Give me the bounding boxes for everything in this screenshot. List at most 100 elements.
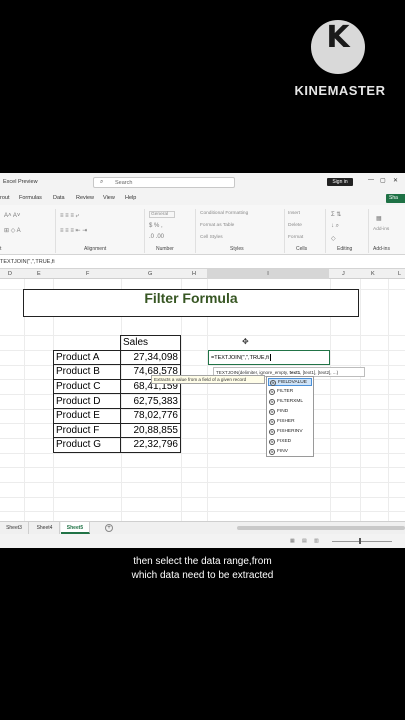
- column-header-j[interactable]: J: [342, 271, 345, 277]
- sign-in-button[interactable]: Sign in: [327, 178, 353, 186]
- page-break-icon[interactable]: ▥: [314, 538, 319, 544]
- sales-cell[interactable]: 22,32,796: [120, 437, 181, 453]
- formula-edit-cell[interactable]: =TEXTJOIN(",",TRUE,fi: [208, 350, 330, 365]
- formula-bar[interactable]: TEXTJOIN(",",TRUE,fi: [0, 255, 405, 269]
- product-cell[interactable]: Product B: [53, 364, 121, 380]
- delete-button[interactable]: Delete: [288, 223, 302, 228]
- column-header-d[interactable]: D: [8, 271, 12, 277]
- product-cell[interactable]: Product C: [53, 378, 121, 395]
- font-color-icon[interactable]: ⊞ ◇ A: [4, 227, 21, 234]
- normal-view-icon[interactable]: ▦: [290, 538, 295, 544]
- autosum-icon[interactable]: Σ ⇅: [331, 211, 341, 218]
- product-cell[interactable]: Product E: [53, 407, 121, 424]
- menu-tab-help[interactable]: Help: [125, 195, 136, 201]
- autocomplete-label: FIND: [277, 409, 289, 414]
- sales-cell[interactable]: 78,02,776: [120, 407, 181, 424]
- spreadsheet-grid[interactable]: Filter Formula Sales Product A 27,34,098…: [0, 279, 405, 521]
- decimal-icon[interactable]: .0 .00: [149, 234, 164, 240]
- column-header-f[interactable]: F: [86, 271, 89, 277]
- function-description-tooltip: Extracts a value from a field of a given…: [151, 375, 265, 384]
- function-icon: fx: [269, 389, 275, 395]
- ribbon-group-addins: Add-ins: [373, 246, 390, 252]
- grid-line: [360, 279, 361, 521]
- cell-styles-button[interactable]: Cell Styles: [200, 235, 223, 240]
- autocomplete-label: FILTER: [277, 389, 294, 394]
- function-icon: fx: [269, 429, 275, 435]
- ribbon-separator: [368, 209, 369, 253]
- sales-cell[interactable]: 27,34,098: [120, 349, 181, 366]
- column-header-h[interactable]: H: [192, 271, 196, 277]
- font-size-icon[interactable]: A˄ A˅: [4, 213, 20, 219]
- sheet-tab-sheet3[interactable]: Sheet3: [0, 522, 29, 534]
- format-as-table-button[interactable]: Format as Table: [200, 223, 234, 228]
- search-icon: ⌕: [100, 179, 104, 185]
- align-left-icon[interactable]: ≡ ≡ ≡ ⇤ ⇥: [60, 227, 87, 234]
- align-top-icon[interactable]: ≡ ≡ ≡ ⤶: [60, 213, 79, 220]
- horizontal-scrollbar[interactable]: [237, 526, 405, 530]
- insert-button[interactable]: Insert: [288, 211, 300, 216]
- autocomplete-item-find[interactable]: fx FIND: [268, 408, 312, 416]
- currency-icon[interactable]: $ % ,: [149, 223, 163, 229]
- ribbon-group-editing: Editing: [337, 246, 353, 252]
- sheet-tab-sheet4[interactable]: Sheet4: [30, 522, 60, 534]
- autocomplete-item-filterxml[interactable]: fx FILTERXML: [268, 398, 312, 406]
- autocomplete-item-filter[interactable]: fx FILTER: [268, 388, 312, 396]
- sales-header-cell[interactable]: Sales: [120, 335, 181, 351]
- product-cell[interactable]: Product A: [53, 349, 121, 366]
- ribbon-separator: [144, 209, 145, 253]
- sheet-tab-sheet5[interactable]: Sheet5: [61, 522, 90, 534]
- formula-edit-text: =TEXTJOIN(",",TRUE,fi: [211, 354, 269, 361]
- fill-icon[interactable]: ↓ ⌕: [331, 223, 339, 230]
- clear-icon[interactable]: ◇: [331, 235, 336, 242]
- kinemaster-brand-text: KINEMASTER: [294, 83, 386, 98]
- autocomplete-item-fixed[interactable]: fx FIXED: [268, 438, 312, 446]
- formula-bar-content: TEXTJOIN(",",TRUE,fi: [0, 259, 55, 265]
- menu-tab-layout[interactable]: rout: [0, 195, 9, 201]
- menu-tab-view[interactable]: View: [103, 195, 115, 201]
- product-cell[interactable]: Product F: [53, 422, 121, 439]
- autocomplete-item-finv[interactable]: fx FINV: [268, 448, 312, 456]
- table-row: Product F 20,88,855: [53, 422, 181, 439]
- column-header-l[interactable]: L: [398, 271, 401, 277]
- column-header-g[interactable]: G: [148, 271, 152, 277]
- signature-current-arg: text1: [289, 370, 301, 375]
- ribbon-separator: [55, 209, 56, 253]
- ribbon-group-styles: Styles: [230, 246, 244, 252]
- maximize-button[interactable]: ▢: [380, 177, 386, 184]
- function-icon: fx: [269, 399, 275, 405]
- search-box[interactable]: ⌕ Search: [93, 177, 235, 188]
- page-layout-icon[interactable]: ▤: [302, 538, 307, 544]
- title-bar: Excel Preview ⌕ Search Sign in — ▢ ✕: [0, 173, 405, 191]
- autocomplete-label: FISHERINV: [277, 429, 303, 434]
- add-sheet-button[interactable]: +: [105, 524, 113, 532]
- column-header-i[interactable]: I: [207, 269, 329, 279]
- menu-tab-formulas[interactable]: Formulas: [19, 195, 42, 201]
- close-button[interactable]: ✕: [393, 177, 398, 184]
- menu-tab-review[interactable]: Review: [76, 195, 94, 201]
- autocomplete-item-fieldvalue[interactable]: fx FIELDVALUE: [268, 378, 312, 386]
- product-cell[interactable]: Product G: [53, 437, 121, 453]
- column-header-e[interactable]: E: [37, 271, 41, 277]
- format-button[interactable]: Format: [288, 235, 303, 240]
- grid-line: [0, 497, 405, 498]
- caption-line-1: then select the data range,from: [133, 556, 272, 567]
- grid-line: [0, 511, 405, 512]
- sheet-title-box[interactable]: Filter Formula: [23, 289, 359, 317]
- sales-cell[interactable]: 20,88,855: [120, 422, 181, 439]
- menu-tab-data[interactable]: Data: [53, 195, 65, 201]
- column-header-k[interactable]: K: [371, 271, 375, 277]
- add-ins-button-label[interactable]: Add-ins: [373, 227, 389, 232]
- conditional-formatting-button[interactable]: Conditional Formatting: [200, 211, 248, 216]
- sales-cell[interactable]: 62,75,383: [120, 393, 181, 409]
- minimize-button[interactable]: —: [368, 177, 374, 183]
- zoom-slider-knob[interactable]: [359, 538, 361, 544]
- product-cell[interactable]: Product D: [53, 393, 121, 409]
- number-format-select[interactable]: General: [149, 211, 176, 218]
- add-ins-icon[interactable]: ▦: [376, 215, 382, 222]
- share-button[interactable]: Sha: [386, 194, 405, 203]
- autocomplete-item-fisher[interactable]: fx FISHER: [268, 418, 312, 426]
- function-icon: fx: [269, 419, 275, 425]
- autocomplete-item-fisherinv[interactable]: fx FISHERINV: [268, 428, 312, 436]
- zoom-slider[interactable]: [332, 541, 392, 542]
- table-cell[interactable]: [54, 336, 121, 351]
